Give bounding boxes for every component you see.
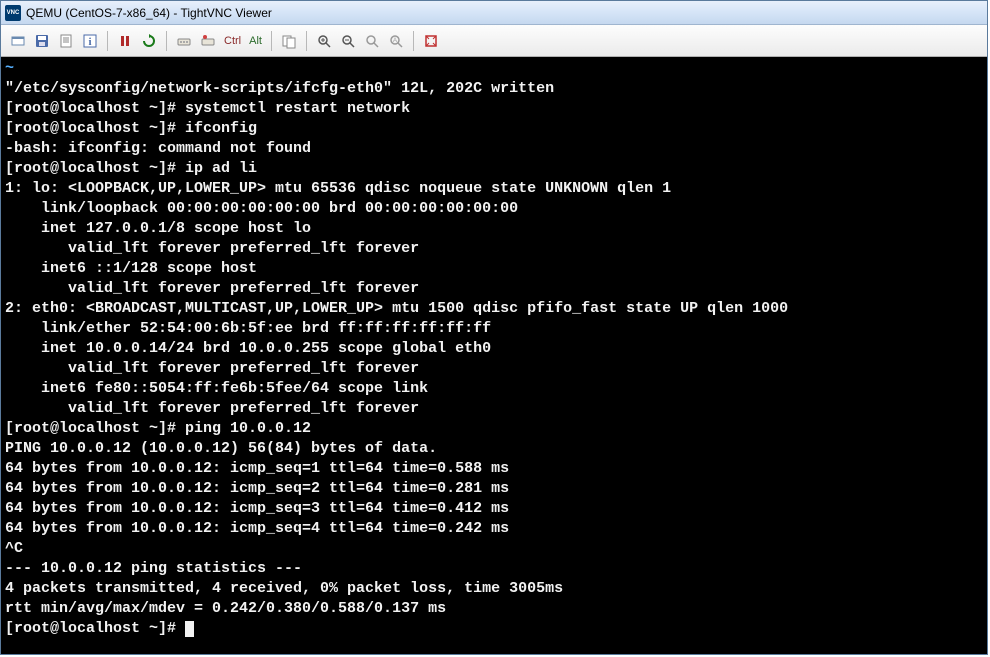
terminal-line: -bash: ifconfig: command not found <box>5 140 311 157</box>
terminal-line: 64 bytes from 10.0.0.12: icmp_seq=3 ttl=… <box>5 500 509 517</box>
terminal-line: valid_lft forever preferred_lft forever <box>5 360 419 377</box>
terminal-area[interactable]: ~ "/etc/sysconfig/network-scripts/ifcfg-… <box>1 57 987 654</box>
svg-text:A: A <box>393 38 397 44</box>
toolbar-separator <box>107 31 108 51</box>
terminal-cursor <box>185 621 194 637</box>
alt-toggle-button[interactable]: Alt <box>246 33 265 49</box>
window-title: QEMU (CentOS-7-x86_64) - TightVNC Viewer <box>26 6 272 20</box>
terminal-line: valid_lft forever preferred_lft forever <box>5 400 419 417</box>
vnc-app-icon: VNC <box>5 5 21 21</box>
terminal-line: inet6 fe80::5054:ff:fe6b:5fee/64 scope l… <box>5 380 428 397</box>
options-button[interactable] <box>55 30 77 52</box>
toolbar-separator <box>413 31 414 51</box>
terminal-line: valid_lft forever preferred_lft forever <box>5 280 419 297</box>
terminal-line: [root@localhost ~]# ping 10.0.0.12 <box>5 420 311 437</box>
ctrl-alt-del-button[interactable] <box>173 30 195 52</box>
terminal-line: "/etc/sysconfig/network-scripts/ifcfg-et… <box>5 80 554 97</box>
terminal-line: rtt min/avg/max/mdev = 0.242/0.380/0.588… <box>5 600 446 617</box>
fullscreen-button[interactable] <box>420 30 442 52</box>
terminal-line: link/ether 52:54:00:6b:5f:ee brd ff:ff:f… <box>5 320 491 337</box>
info-button[interactable]: i <box>79 30 101 52</box>
terminal-line: 2: eth0: <BROADCAST,MULTICAST,UP,LOWER_U… <box>5 300 788 317</box>
terminal-line: ~ <box>5 60 14 77</box>
terminal-line: ^C <box>5 540 23 557</box>
terminal-line: [root@localhost ~]# systemctl restart ne… <box>5 100 410 117</box>
toolbar-separator <box>306 31 307 51</box>
terminal-line: valid_lft forever preferred_lft forever <box>5 240 419 257</box>
zoom-auto-button[interactable]: A <box>385 30 407 52</box>
terminal-line: 64 bytes from 10.0.0.12: icmp_seq=2 ttl=… <box>5 480 509 497</box>
terminal-line: link/loopback 00:00:00:00:00:00 brd 00:0… <box>5 200 518 217</box>
toolbar: i Ctrl Alt A <box>1 25 987 57</box>
refresh-button[interactable] <box>138 30 160 52</box>
terminal-line: PING 10.0.0.12 (10.0.0.12) 56(84) bytes … <box>5 440 437 457</box>
titlebar[interactable]: VNC QEMU (CentOS-7-x86_64) - TightVNC Vi… <box>1 1 987 25</box>
terminal-output: ~ "/etc/sysconfig/network-scripts/ifcfg-… <box>5 59 983 639</box>
terminal-line: [root@localhost ~]# ifconfig <box>5 120 257 137</box>
toolbar-separator <box>271 31 272 51</box>
terminal-line: inet 127.0.0.1/8 scope host lo <box>5 220 311 237</box>
terminal-line: 4 packets transmitted, 4 received, 0% pa… <box>5 580 563 597</box>
terminal-line: 64 bytes from 10.0.0.12: icmp_seq=4 ttl=… <box>5 520 509 537</box>
ctrl-esc-button[interactable] <box>197 30 219 52</box>
terminal-line: --- 10.0.0.12 ping statistics --- <box>5 560 302 577</box>
zoom-in-button[interactable] <box>313 30 335 52</box>
save-session-button[interactable] <box>31 30 53 52</box>
zoom-100-button[interactable] <box>361 30 383 52</box>
ctrl-toggle-button[interactable]: Ctrl <box>221 33 244 49</box>
terminal-line: inet6 ::1/128 scope host <box>5 260 257 277</box>
terminal-line: 1: lo: <LOOPBACK,UP,LOWER_UP> mtu 65536 … <box>5 180 671 197</box>
file-transfer-button[interactable] <box>278 30 300 52</box>
terminal-line: [root@localhost ~]# ip ad li <box>5 160 257 177</box>
svg-text:i: i <box>88 36 91 48</box>
terminal-line: inet 10.0.0.14/24 brd 10.0.0.255 scope g… <box>5 340 491 357</box>
terminal-line: 64 bytes from 10.0.0.12: icmp_seq=1 ttl=… <box>5 460 509 477</box>
new-connection-button[interactable] <box>7 30 29 52</box>
toolbar-separator <box>166 31 167 51</box>
terminal-line: [root@localhost ~]# <box>5 620 185 637</box>
vnc-window: VNC QEMU (CentOS-7-x86_64) - TightVNC Vi… <box>0 0 988 655</box>
pause-button[interactable] <box>114 30 136 52</box>
zoom-out-button[interactable] <box>337 30 359 52</box>
